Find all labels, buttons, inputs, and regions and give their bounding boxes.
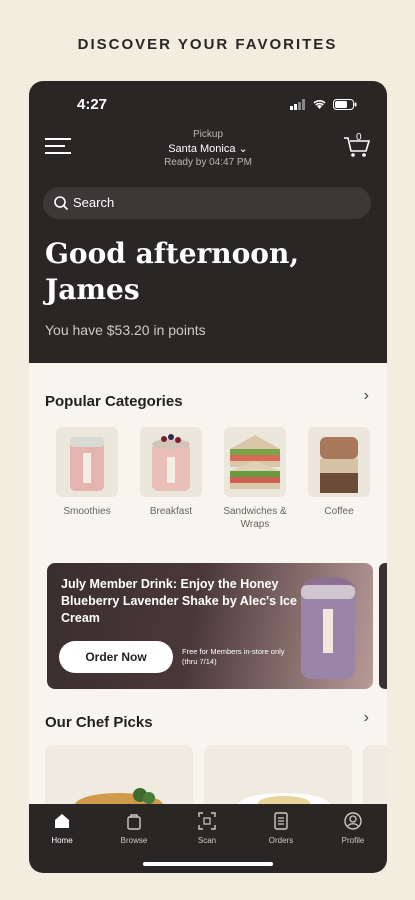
category-label: Coffee <box>324 506 354 517</box>
orders-icon <box>274 812 288 830</box>
category-smoothies[interactable]: Smoothies <box>55 427 119 531</box>
chef-picks-title: Our Chef Picks <box>45 714 153 731</box>
hero-section: 4:27 Pickup Santa Monica ⌄ Ready by 04:4… <box>29 81 387 363</box>
pickup-selector[interactable]: Pickup Santa Monica ⌄ Ready by 04:47 PM <box>29 129 387 168</box>
phone-screen: 4:27 Pickup Santa Monica ⌄ Ready by 04:4… <box>29 81 387 873</box>
category-sandwiches[interactable]: Sandwiches & Wraps <box>223 427 287 531</box>
promo-note: Free for Members in-store only (thru 7/1… <box>182 647 285 666</box>
tab-label: Home <box>51 836 73 845</box>
signal-icon <box>290 99 305 110</box>
chevron-down-icon: ⌄ <box>238 143 248 155</box>
dish-image <box>75 788 163 817</box>
dish-image <box>238 793 330 817</box>
promo-banner[interactable]: July Member Drink: Enjoy the Honey Blueb… <box>47 563 373 689</box>
category-label: Smoothies <box>63 506 111 517</box>
tab-scan[interactable]: Scan <box>177 812 237 845</box>
greeting: Good afternoon, James <box>45 236 299 308</box>
smoothie-image <box>56 427 118 497</box>
scan-icon <box>198 812 216 830</box>
tab-orders[interactable]: Orders <box>251 812 311 845</box>
bag-icon <box>127 814 141 830</box>
pickup-location-text: Santa Monica <box>168 143 236 155</box>
search-placeholder: Search <box>73 195 115 210</box>
page-headline: DISCOVER YOUR FAVORITES <box>77 36 338 53</box>
chevron-right-icon[interactable]: › <box>364 709 369 727</box>
pickup-ready-time: Ready by 04:47 PM <box>164 157 252 168</box>
battery-icon <box>333 99 357 110</box>
popular-categories-title: Popular Categories <box>45 393 183 410</box>
chef-picks-list <box>45 745 387 817</box>
tab-label: Profile <box>341 836 365 845</box>
cart-button[interactable]: 0 <box>343 132 371 159</box>
next-banner-peek[interactable] <box>379 563 387 689</box>
tab-home[interactable]: Home <box>32 812 92 845</box>
category-label: Sandwiches & Wraps <box>223 506 287 530</box>
status-time: 4:27 <box>77 96 108 113</box>
search-input[interactable]: Search <box>43 187 371 219</box>
status-bar: 4:27 <box>29 96 387 116</box>
category-breakfast[interactable]: Breakfast <box>139 427 203 531</box>
tab-label: Orders <box>268 836 294 845</box>
shake-image <box>301 577 355 679</box>
breakfast-image <box>140 427 202 497</box>
promo-title: July Member Drink: Enjoy the Honey Blueb… <box>61 577 297 625</box>
tab-label: Browse <box>120 836 148 845</box>
order-now-button[interactable]: Order Now <box>59 641 173 673</box>
coffee-image <box>308 427 370 497</box>
greeting-line-1: Good afternoon, <box>45 237 300 270</box>
tab-browse[interactable]: Browse <box>104 812 164 845</box>
greeting-line-2: James <box>45 273 140 306</box>
tab-profile[interactable]: Profile <box>323 812 383 845</box>
pickup-location[interactable]: Santa Monica ⌄ <box>29 142 387 155</box>
category-label: Breakfast <box>149 506 193 517</box>
pickup-label: Pickup <box>192 129 223 140</box>
points-balance: You have $53.20 in points <box>45 322 206 338</box>
sandwich-image <box>224 427 286 497</box>
cart-count: 0 <box>356 132 362 143</box>
tab-label: Scan <box>197 836 217 845</box>
chevron-right-icon[interactable]: › <box>364 387 369 405</box>
home-indicator <box>143 862 273 866</box>
wifi-icon <box>313 100 326 109</box>
search-icon <box>54 196 69 211</box>
category-list: Smoothies Breakfast Sandwiches & Wraps C… <box>55 427 385 531</box>
profile-icon <box>344 812 362 830</box>
home-icon <box>55 814 69 828</box>
category-coffee[interactable]: Coffee <box>307 427 371 531</box>
status-icons <box>290 99 357 110</box>
